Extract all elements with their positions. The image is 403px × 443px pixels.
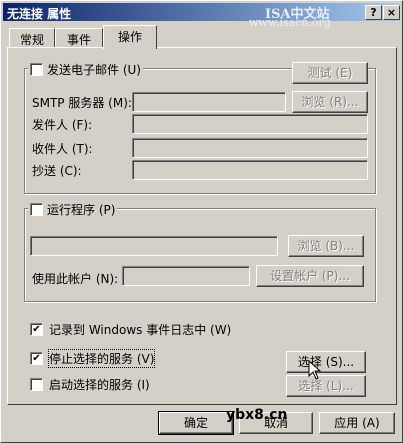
properties-dialog: 无连接 属性 ISA中文站 www.isacn.org ? × 常规 事件 操作… xyxy=(0,0,403,443)
start-services-checkbox[interactable] xyxy=(30,378,43,391)
stop-services-checkbox[interactable]: ✔ xyxy=(30,352,43,365)
program-group-header: 运行程序 (P) xyxy=(28,201,118,218)
stop-services-label: 停止选择的服务 (V) xyxy=(47,349,156,368)
program-path-input[interactable] xyxy=(30,236,278,256)
smtp-browse-button[interactable]: 浏览 (R)... xyxy=(292,91,368,113)
site-watermark: ybx8.cn xyxy=(226,407,288,423)
email-group-header: 发送电子邮件 (U) xyxy=(28,61,143,78)
cc-label: 抄送 (C): xyxy=(32,164,82,178)
cc-input[interactable] xyxy=(132,160,368,180)
smtp-label: SMTP 服务器 (M): xyxy=(32,96,132,110)
tab-actions[interactable]: 操作 xyxy=(103,25,157,49)
close-button[interactable]: × xyxy=(383,5,400,20)
log-event-label: 记录到 Windows 事件日志中 (W) xyxy=(49,323,232,337)
watermark-url: www.isacn.org xyxy=(249,16,331,29)
program-browse-button[interactable]: 浏览 (B)... xyxy=(288,235,364,257)
start-services-label: 启动选择的服务 (I) xyxy=(49,378,150,392)
account-label: 使用此帐户 (N): xyxy=(32,272,119,286)
test-button[interactable]: 测试 (E) xyxy=(292,62,368,84)
from-label: 发件人 (F): xyxy=(32,118,93,132)
log-event-checkbox[interactable]: ✔ xyxy=(30,323,43,336)
to-label: 收件人 (T): xyxy=(32,142,93,156)
to-input[interactable] xyxy=(132,138,368,158)
ok-button[interactable]: 确定 xyxy=(158,411,234,435)
set-account-button[interactable]: 设置帐户 (P)... xyxy=(256,265,364,287)
start-services-option[interactable]: 启动选择的服务 (I) xyxy=(30,376,150,393)
mouse-cursor-icon xyxy=(308,360,322,380)
email-checkbox-label: 发送电子邮件 (U) xyxy=(47,63,141,77)
program-checkbox-label: 运行程序 (P) xyxy=(47,203,116,217)
smtp-input[interactable] xyxy=(132,92,286,112)
account-input[interactable] xyxy=(122,266,250,286)
stop-services-select-button[interactable]: 选择 (S)... xyxy=(286,351,366,373)
title-bar: 无连接 属性 ISA中文站 www.isacn.org ? × xyxy=(3,3,400,29)
log-event-option[interactable]: ✔ 记录到 Windows 事件日志中 (W) xyxy=(30,321,231,338)
apply-button[interactable]: 应用 (A) xyxy=(319,412,395,434)
tab-panel: 发送电子邮件 (U) 测试 (E) SMTP 服务器 (M): 浏览 (R)..… xyxy=(7,47,397,405)
tab-general[interactable]: 常规 xyxy=(9,28,55,49)
window-title: 无连接 属性 xyxy=(7,7,72,21)
from-input[interactable] xyxy=(132,114,368,134)
start-services-select-button[interactable]: 选择 (L)... xyxy=(286,375,366,397)
stop-services-option[interactable]: ✔ 停止选择的服务 (V) xyxy=(30,349,156,368)
tab-events[interactable]: 事件 xyxy=(55,28,103,49)
email-checkbox[interactable] xyxy=(30,63,43,76)
program-checkbox[interactable] xyxy=(30,203,43,216)
help-button[interactable]: ? xyxy=(365,5,382,20)
